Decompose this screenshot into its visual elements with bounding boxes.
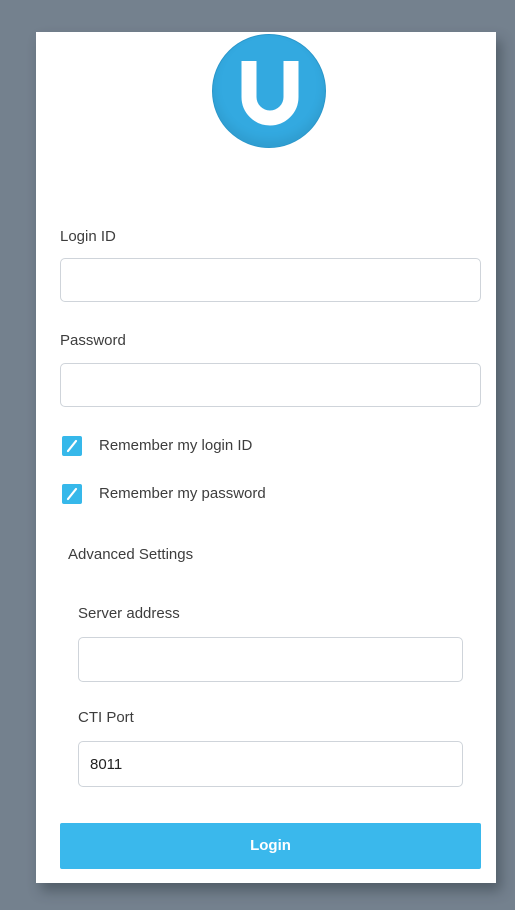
checkmark-icon: [66, 487, 78, 501]
remember-password-checkbox[interactable]: [62, 484, 82, 504]
advanced-settings-toggle[interactable]: Advanced Settings: [68, 546, 193, 564]
login-id-label: Login ID: [60, 228, 116, 245]
u-logo-icon: [241, 61, 299, 126]
login-button[interactable]: Login: [60, 823, 481, 869]
checkmark-icon: [66, 439, 78, 453]
server-address-input[interactable]: [78, 637, 463, 682]
remember-login-checkbox[interactable]: [62, 436, 82, 456]
remember-password-label[interactable]: Remember my password: [99, 485, 266, 503]
password-label: Password: [60, 332, 126, 349]
password-input[interactable]: [60, 363, 481, 407]
login-card: Login ID Password Remember my login ID R…: [36, 32, 496, 883]
server-address-label: Server address: [78, 605, 180, 622]
app-logo: [212, 34, 326, 148]
cti-port-input[interactable]: [78, 741, 463, 787]
login-id-input[interactable]: [60, 258, 481, 302]
remember-login-label[interactable]: Remember my login ID: [99, 437, 252, 455]
cti-port-label: CTI Port: [78, 709, 134, 726]
